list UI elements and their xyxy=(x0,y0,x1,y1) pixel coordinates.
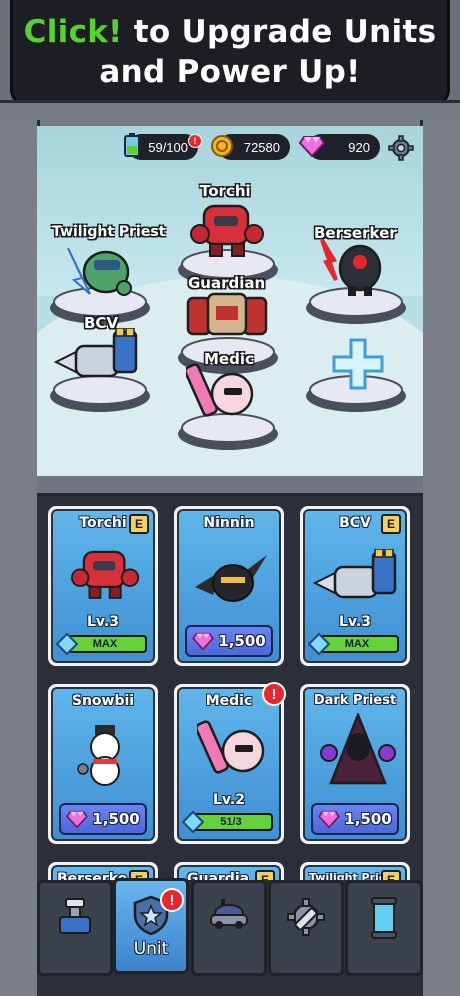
unit-card-snowbii[interactable]: Snowbii 1,500 xyxy=(48,684,158,844)
guardian-sprite[interactable] xyxy=(184,292,270,340)
dark-priest-card-sprite xyxy=(320,713,396,785)
unit-tab-alert-icon: ! xyxy=(160,888,184,912)
gem-counter[interactable]: 920 xyxy=(299,134,380,160)
nav-tab-vehicle[interactable] xyxy=(191,880,267,976)
snowbii-card-sprite xyxy=(77,725,120,786)
card-bcv-body: BCV E Lv.3 MAX xyxy=(303,509,407,663)
plus-icon[interactable] xyxy=(332,338,384,390)
formation-label-twilight-priest: Twilight Priest xyxy=(52,224,166,240)
price-label: 1,500 xyxy=(344,810,392,828)
panel-header-strip xyxy=(37,476,423,496)
banner-line-2: and Power Up! xyxy=(99,53,361,90)
gear-wrench-icon xyxy=(287,898,325,936)
grade-badge: E xyxy=(381,514,401,534)
ninnin-card-sprite xyxy=(195,555,267,602)
gear-icon[interactable] xyxy=(388,135,414,161)
nav-tab-equipment[interactable] xyxy=(268,880,344,976)
card-level: Lv.2 xyxy=(213,792,245,808)
formation-label-bcv: BCV xyxy=(84,314,119,332)
unit-card-dark-priest[interactable]: Dark Priest 1,500 xyxy=(300,684,410,844)
card-ninnin-body: Ninnin 1,500 xyxy=(177,509,281,663)
nav-tab-cannon[interactable] xyxy=(37,880,113,976)
frame-left xyxy=(0,120,40,996)
card-level: Lv.3 xyxy=(339,614,371,630)
gold-counter[interactable]: 72580 xyxy=(211,134,290,160)
nav-tab-unit-label: Unit xyxy=(133,939,169,959)
card-medic-body: Medic Lv.2 51/3 xyxy=(177,687,281,841)
bcv-card-sprite xyxy=(313,549,397,599)
berserker-sprite[interactable] xyxy=(318,236,388,298)
card-progress-bar: MAX xyxy=(308,633,399,655)
frame-right xyxy=(420,120,460,996)
formation-label-torchi: Torchi xyxy=(200,182,251,200)
buy-button[interactable]: 1,500 xyxy=(59,803,147,835)
card-name: Snowbii xyxy=(71,693,135,709)
buy-button[interactable]: 1,500 xyxy=(311,803,399,835)
gem-icon xyxy=(192,632,215,650)
energy-battery-icon xyxy=(118,132,146,160)
card-progress-bar: MAX xyxy=(56,633,147,655)
card-name: Ninnin xyxy=(203,515,255,531)
card-torchi-body: Torchi E Lv.3 MAX xyxy=(51,509,155,663)
medic-sprite[interactable] xyxy=(186,360,260,426)
energy-alert-icon: ! xyxy=(188,134,202,148)
shard-icon xyxy=(56,633,78,655)
card-dark-priest-body: Dark Priest 1,500 xyxy=(303,687,407,841)
twilight-priest-sprite[interactable] xyxy=(64,238,140,300)
price-label: 1,500 xyxy=(218,632,266,650)
card-level: Lv.3 xyxy=(87,614,119,630)
shard-icon xyxy=(308,633,330,655)
card-progress-bar: 51/3 xyxy=(182,811,273,833)
gem-icon xyxy=(318,810,341,828)
banner-line-1: Click! to Upgrade Units xyxy=(24,12,437,52)
buy-button[interactable]: 1,500 xyxy=(185,625,273,657)
unit-card-torchi[interactable]: Torchi E Lv.3 MAX xyxy=(48,506,158,666)
unit-card-ninnin[interactable]: Ninnin 1,500 xyxy=(174,506,284,666)
banner-click-text: Click! xyxy=(23,13,123,50)
card-name: Dark Priest xyxy=(313,693,397,708)
grade-badge: E xyxy=(129,514,149,534)
medic-alert-icon: ! xyxy=(262,682,286,706)
gold-value: 72580 xyxy=(243,139,280,155)
price-label: 1,500 xyxy=(92,810,140,828)
shard-icon xyxy=(182,811,204,833)
unit-card-bcv[interactable]: BCV E Lv.3 MAX xyxy=(300,506,410,666)
capsule-icon xyxy=(371,897,397,939)
formation-label-medic: Medic xyxy=(204,350,254,368)
formation-label-guardian: Guardian xyxy=(188,274,266,292)
bcv-sprite[interactable] xyxy=(54,328,144,386)
promo-banner: Click! to Upgrade Units and Power Up! xyxy=(10,0,450,106)
formation-label-berserker: Berserker xyxy=(314,224,397,242)
gold-coin-icon xyxy=(208,132,236,160)
torchi-sprite[interactable] xyxy=(190,198,266,262)
medic-card-sprite xyxy=(197,720,265,774)
torchi-card-sprite xyxy=(71,550,140,599)
card-snowbii-body: Snowbii 1,500 xyxy=(51,687,155,841)
vehicle-icon xyxy=(210,899,248,929)
unit-card-medic[interactable]: Medic Lv.2 51/3 xyxy=(174,684,284,844)
gem-icon xyxy=(66,810,89,828)
cannon-icon xyxy=(59,898,91,934)
gem-value: 920 xyxy=(348,139,370,155)
nav-tab-capsule[interactable] xyxy=(345,880,423,976)
gem-icon xyxy=(298,132,326,160)
energy-value: 59/100 xyxy=(148,139,188,155)
banner-upgrade-text: to Upgrade Units xyxy=(122,13,437,50)
